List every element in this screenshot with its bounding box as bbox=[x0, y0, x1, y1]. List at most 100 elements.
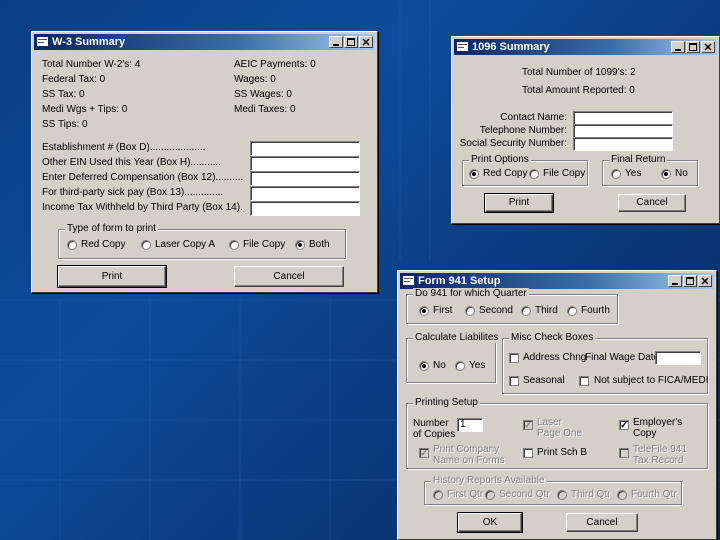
final-wage-date-label: Final Wage Date bbox=[585, 352, 660, 363]
radio-history-third[interactable] bbox=[557, 490, 567, 500]
w3-field-label: Income Tax Withheld by Third Party (Box … bbox=[42, 202, 243, 213]
print-options-group: Print Options Red Copy File Copy bbox=[462, 154, 588, 186]
maximize-icon bbox=[347, 38, 355, 46]
radio-both-label: Both bbox=[309, 239, 330, 250]
ssn-input[interactable] bbox=[573, 137, 673, 151]
s1096-titlebar[interactable]: 1096 Summary bbox=[454, 39, 717, 55]
w3-wages: Wages: 0 bbox=[234, 74, 276, 85]
w3-summary-window: W-3 Summary Total Number W-2's: 4 Federa… bbox=[31, 31, 378, 293]
radio-quarter-fourth[interactable] bbox=[567, 306, 577, 316]
maximize-icon bbox=[689, 43, 697, 51]
minimize-button[interactable] bbox=[329, 36, 343, 48]
close-button[interactable] bbox=[359, 36, 373, 48]
s1096-cancel-button[interactable]: Cancel bbox=[618, 194, 686, 212]
minimize-button[interactable] bbox=[668, 275, 682, 287]
s1096-total-amount: Total Amount Reported: 0 bbox=[522, 85, 635, 96]
w3-ss-tips: SS Tips: 0 bbox=[42, 119, 88, 130]
contact-name-input[interactable] bbox=[573, 111, 673, 125]
w3-print-button[interactable]: Print bbox=[57, 265, 167, 288]
radio-history-second-label: Second Qtr bbox=[499, 489, 550, 500]
maximize-button[interactable] bbox=[344, 36, 358, 48]
close-button[interactable] bbox=[698, 275, 712, 287]
minimize-button[interactable] bbox=[671, 41, 685, 53]
radio-red-copy[interactable] bbox=[67, 240, 77, 250]
radio-history-second[interactable] bbox=[485, 490, 495, 500]
radio-final-no-label: No bbox=[675, 168, 688, 179]
laser-page-one-label: Laser Page One bbox=[537, 417, 583, 439]
f941-cancel-button[interactable]: Cancel bbox=[566, 513, 638, 532]
s1096-print-button[interactable]: Print bbox=[484, 193, 554, 213]
laser-page-one-checkbox[interactable]: ✓ bbox=[523, 420, 533, 430]
other-ein-input[interactable] bbox=[250, 156, 360, 171]
close-icon bbox=[362, 38, 370, 46]
address-change-checkbox[interactable] bbox=[509, 353, 519, 363]
copies-input[interactable]: 1 bbox=[457, 418, 483, 432]
w3-total-w2: Total Number W-2's: 4 bbox=[42, 59, 141, 70]
form-type-group-label: Type of form to print bbox=[65, 223, 158, 234]
maximize-icon bbox=[686, 277, 694, 285]
w3-cancel-button[interactable]: Cancel bbox=[234, 266, 344, 287]
w3-medi-wages: Medi Wgs + Tips: 0 bbox=[42, 104, 128, 115]
radio-liability-no[interactable] bbox=[419, 361, 429, 371]
seasonal-checkbox[interactable] bbox=[509, 376, 519, 386]
form-type-group: Type of form to print Red Copy Laser Cop… bbox=[58, 223, 346, 259]
f941-setup-window: Form 941 Setup Do 941 for which Quarter … bbox=[397, 270, 717, 540]
radio-laser-copy-label: Laser Copy A bbox=[155, 239, 216, 250]
maximize-button[interactable] bbox=[683, 275, 697, 287]
print-company-name-checkbox[interactable]: ✓ bbox=[419, 448, 429, 458]
s1096-summary-window: 1096 Summary Total Number of 1099's: 2 T… bbox=[451, 36, 720, 224]
radio-liability-no-label: No bbox=[433, 360, 446, 371]
w3-ss-wages: SS Wages: 0 bbox=[234, 89, 292, 100]
radio-file-copy[interactable] bbox=[229, 240, 239, 250]
radio-quarter-third[interactable] bbox=[521, 306, 531, 316]
radio-file-copy-label: File Copy bbox=[543, 168, 586, 179]
minimize-icon bbox=[333, 44, 339, 46]
not-subject-label: Not subject to FICA/MEDI bbox=[594, 375, 709, 386]
ssn-label: Social Security Number: bbox=[459, 138, 567, 149]
w3-field-label: Establishment # (Box D).................… bbox=[42, 142, 206, 153]
print-sch-b-checkbox[interactable] bbox=[523, 448, 533, 458]
radio-history-fourth[interactable] bbox=[617, 490, 627, 500]
radio-both[interactable] bbox=[295, 240, 305, 250]
w3-ss-tax: SS Tax: 0 bbox=[42, 89, 85, 100]
f941-ok-button[interactable]: OK bbox=[457, 512, 523, 533]
close-icon bbox=[704, 43, 712, 51]
s1096-title: 1096 Summary bbox=[472, 41, 550, 53]
close-button[interactable] bbox=[701, 41, 715, 53]
s1096-total-1099: Total Number of 1099's: 2 bbox=[522, 67, 636, 78]
final-return-group: Final Return Yes No bbox=[602, 154, 698, 186]
contact-name-label: Contact Name: bbox=[500, 112, 567, 123]
radio-history-fourth-label: Fourth Qtr bbox=[631, 489, 677, 500]
print-sch-b-label: Print Sch B bbox=[537, 447, 588, 458]
w3-field-label: For third-party sick pay (Box 13).......… bbox=[42, 187, 224, 198]
radio-quarter-first[interactable] bbox=[419, 306, 429, 316]
radio-quarter-second[interactable] bbox=[465, 306, 475, 316]
w3-medi-taxes: Medi Taxes: 0 bbox=[234, 104, 296, 115]
radio-red-copy[interactable] bbox=[469, 169, 479, 179]
radio-final-no[interactable] bbox=[661, 169, 671, 179]
radio-liability-yes[interactable] bbox=[455, 361, 465, 371]
w3-titlebar[interactable]: W-3 Summary bbox=[34, 34, 375, 50]
radio-final-yes[interactable] bbox=[611, 169, 621, 179]
radio-liability-yes-label: Yes bbox=[469, 360, 486, 371]
establishment-input[interactable] bbox=[250, 141, 360, 156]
w3-field-label: Other EIN Used this Year (Box H)........… bbox=[42, 157, 221, 168]
liabilities-group: Calculate Liabilites No Yes bbox=[406, 332, 501, 383]
radio-file-copy[interactable] bbox=[529, 169, 539, 179]
final-wage-date-input[interactable] bbox=[655, 351, 701, 365]
telefile-checkbox[interactable] bbox=[619, 448, 629, 458]
f941-titlebar[interactable]: Form 941 Setup bbox=[400, 273, 714, 289]
radio-red-copy-label: Red Copy bbox=[81, 239, 126, 250]
employers-copy-checkbox[interactable]: ✓ bbox=[619, 420, 629, 430]
deferred-comp-input[interactable] bbox=[250, 171, 360, 186]
radio-laser-copy[interactable] bbox=[141, 240, 151, 250]
third-party-tax-input[interactable] bbox=[250, 201, 360, 216]
final-return-label: Final Return bbox=[609, 154, 668, 165]
radio-history-first[interactable] bbox=[433, 490, 443, 500]
print-company-name-label: Print Company Name on Forms bbox=[433, 444, 505, 466]
telefile-label: TeleFile 941 Tax Record bbox=[633, 444, 687, 466]
not-subject-checkbox[interactable] bbox=[579, 376, 589, 386]
maximize-button[interactable] bbox=[686, 41, 700, 53]
telephone-input[interactable] bbox=[573, 124, 673, 138]
sick-pay-input[interactable] bbox=[250, 186, 360, 201]
